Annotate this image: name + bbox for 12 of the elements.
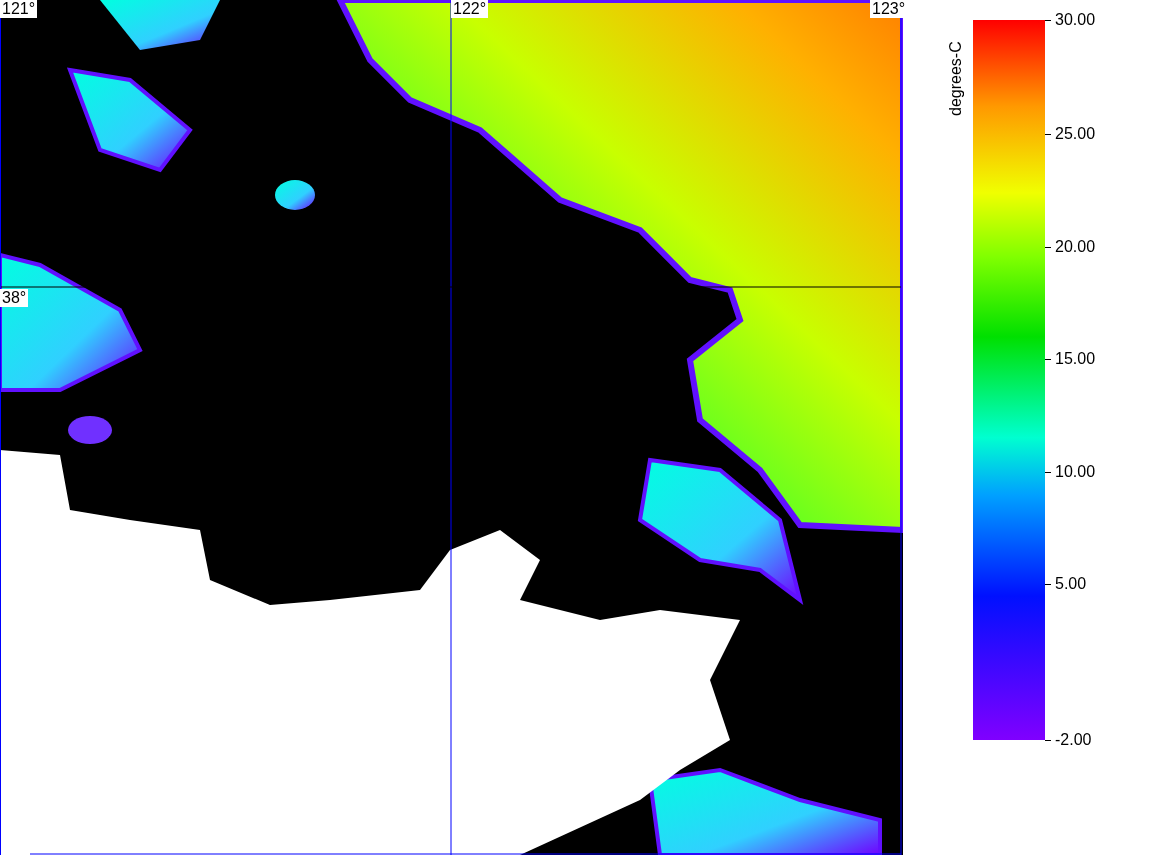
scale-value: -2.00: [1055, 731, 1092, 749]
scale-value: 25.00: [1055, 125, 1096, 143]
scale-value: 5.00: [1055, 575, 1087, 593]
scale-value: 10.00: [1055, 463, 1096, 481]
longitude-label: 123°: [870, 0, 908, 18]
scale-value: 30.00: [1055, 11, 1096, 29]
legend-title: degrees-C: [947, 41, 965, 116]
longitude-label: 121°: [0, 0, 38, 18]
scale-value: 15.00: [1055, 350, 1096, 368]
scale-value: 20.00: [1055, 238, 1096, 256]
latitude-label: 38°: [0, 289, 29, 307]
longitude-label: 122°: [451, 0, 489, 18]
